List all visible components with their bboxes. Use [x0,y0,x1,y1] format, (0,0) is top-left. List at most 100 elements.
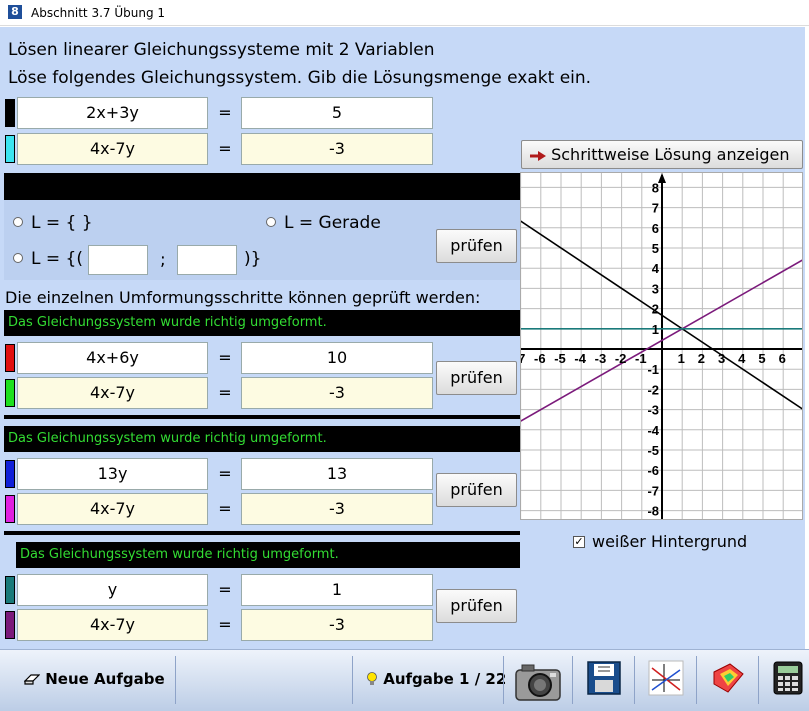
step-divider [4,415,520,419]
x-tick-label: -5 [554,351,566,366]
eq2-color-swatch[interactable] [5,135,15,163]
check-solution-button[interactable]: prüfen [436,229,517,263]
title-bar: 8 Abschnitt 3.7 Übung 1 [0,0,809,26]
x-tick-label: 6 [779,351,786,366]
camera-icon[interactable] [514,660,562,701]
step3-message: Das Gleichungssystem wurde richtig umgef… [16,542,520,568]
step1-eq2-left-input[interactable]: 4x-7y [17,377,208,409]
step3-eq1-right-input[interactable]: 1 [241,574,433,606]
radio-line[interactable] [266,217,276,227]
check-step2-button[interactable]: prüfen [436,473,517,507]
point-set-open-label: L = {( [31,249,83,269]
arrow-right-icon [530,150,546,161]
step1-eq1-left-input[interactable]: 4x+6y [17,342,208,374]
y-tick-label: -8 [647,504,659,519]
x-tick-label: 5 [758,351,765,366]
stepwise-solution-label: Schrittweise Lösung anzeigen [551,145,790,164]
step1-eq2-color-swatch[interactable] [5,379,15,407]
task-instruction: Löse folgendes Gleichungssystem. Gib die… [8,68,592,88]
point-separator: ; [160,250,166,270]
eq1-right-input[interactable]: 5 [241,97,433,129]
step1-eq1-right-input[interactable]: 10 [241,342,433,374]
line-set-label: L = Gerade [284,213,381,233]
step2-eq1-right-input[interactable]: 13 [241,458,433,490]
step2-eq1-equals: = [218,464,232,483]
step2-eq2-color-swatch[interactable] [5,495,15,523]
radio-point[interactable] [13,253,23,263]
new-task-label: Neue Aufgabe [45,670,165,688]
solution-feedback-bar [4,173,520,200]
eq1-equals: = [218,103,232,122]
y-tick-label: 1 [652,322,659,337]
step-divider [4,531,520,535]
graph-plot: -7-6-5-4-3-2-112345687654321-1-2-3-4-5-6… [521,173,802,519]
y-tick-label: -5 [647,443,659,458]
y-tick-label: -3 [647,403,659,418]
point-set-close-label: )} [244,249,262,269]
task-counter-label: Aufgabe 1 / 22 [383,670,507,688]
eraser-icon [23,674,41,685]
white-background-checkbox[interactable]: ✓ [573,536,585,548]
y-tick-label: 3 [652,281,659,296]
steps-intro-text: Die einzelnen Umformungsschritte können … [5,288,481,307]
x-tick-label: 4 [738,351,746,366]
eq2-right-input[interactable]: -3 [241,133,433,165]
step1-eq2-right-input[interactable]: -3 [241,377,433,409]
new-task-button[interactable]: Neue Aufgabe [23,670,165,688]
eq2-equals: = [218,139,232,158]
empty-set-label: L = { } [31,213,93,233]
x-tick-label: 2 [698,351,705,366]
save-disk-icon[interactable] [586,660,622,700]
x-tick-label: 3 [718,351,725,366]
step2-eq1-color-swatch[interactable] [5,460,15,488]
step1-eq2-equals: = [218,383,232,402]
y-tick-label: -4 [647,423,659,438]
step3-eq1-left-input[interactable]: y [17,574,208,606]
graph-plot-icon[interactable] [648,660,684,700]
y-tick-label: 4 [652,261,660,276]
stepwise-solution-button[interactable]: Schrittweise Lösung anzeigen [521,140,803,169]
step2-eq2-equals: = [218,499,232,518]
lightbulb-icon [367,672,377,685]
y-tick-label: 8 [652,180,659,195]
coordinate-graph[interactable]: -7-6-5-4-3-2-112345687654321-1-2-3-4-5-6… [520,172,803,520]
solution-y-input[interactable] [177,245,237,275]
check-step1-button[interactable]: prüfen [436,361,517,395]
eq1-left-input[interactable]: 2x+3y [17,97,208,129]
step2-eq1-left-input[interactable]: 13y [17,458,208,490]
x-tick-label: -2 [615,351,627,366]
step1-eq1-color-swatch[interactable] [5,344,15,372]
step3-eq1-color-swatch[interactable] [5,576,15,604]
y-tick-label: -2 [647,382,659,397]
eq1-color-swatch[interactable] [5,99,15,127]
x-tick-label: -1 [635,351,647,366]
x-tick-label: 1 [678,351,685,366]
radio-empty-set[interactable] [13,217,23,227]
step1-eq1-equals: = [218,348,232,367]
y-tick-label: -1 [647,362,659,377]
check-step3-button[interactable]: prüfen [436,589,517,623]
step3-eq2-right-input[interactable]: -3 [241,609,433,641]
task-counter: Aufgabe 1 / 22 [366,670,506,688]
y-axis-arrow [658,173,666,183]
step3-eq2-left-input[interactable]: 4x-7y [17,609,208,641]
step2-eq2-right-input[interactable]: -3 [241,493,433,525]
y-tick-label: 5 [652,241,659,256]
x-tick-label: -6 [534,351,546,366]
x-tick-label: -3 [595,351,607,366]
eq2-left-input[interactable]: 4x-7y [17,133,208,165]
calculator-icon[interactable] [772,660,804,700]
y-tick-label: 2 [652,302,659,317]
x-tick-label: -4 [574,351,586,366]
white-background-label: weißer Hintergrund [592,532,748,551]
step2-eq2-left-input[interactable]: 4x-7y [17,493,208,525]
y-tick-label: -6 [647,463,659,478]
step3-eq2-color-swatch[interactable] [5,611,15,639]
step2-message: Das Gleichungssystem wurde richtig umgef… [4,426,520,452]
surface-plot-icon[interactable] [710,660,746,700]
step3-eq2-equals: = [218,615,232,634]
solution-x-input[interactable] [88,245,148,275]
y-tick-label: -7 [647,483,659,498]
page-title: Lösen linearer Gleichungssysteme mit 2 V… [8,40,435,60]
step1-message: Das Gleichungssystem wurde richtig umgef… [4,310,520,336]
